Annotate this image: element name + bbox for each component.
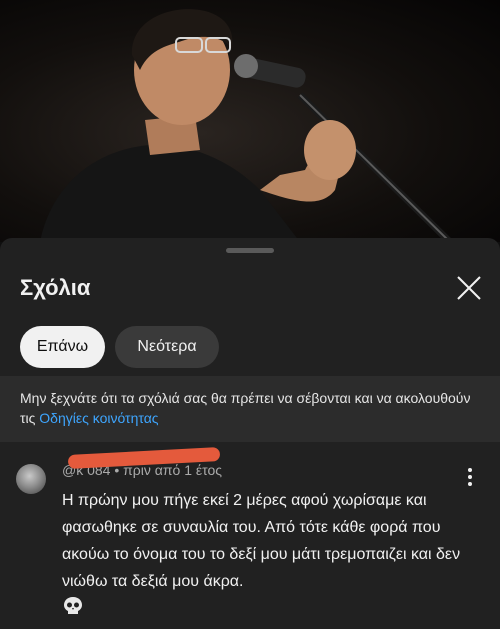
sort-chip-top[interactable]: Επάνω bbox=[20, 326, 105, 368]
comment-text: Η πρώην μου πήγε εκεί 2 μέρες αφού χωρίσ… bbox=[62, 492, 461, 590]
drag-handle[interactable] bbox=[226, 248, 274, 253]
sort-chip-newest[interactable]: Νεότερα bbox=[115, 326, 219, 368]
video-player[interactable] bbox=[0, 0, 500, 242]
comments-sheet: Σχόλια Επάνω Νεότερα Μην ξεχνάτε ότι τα … bbox=[0, 238, 500, 629]
avatar[interactable] bbox=[16, 464, 46, 494]
more-options-icon[interactable] bbox=[460, 466, 480, 488]
close-icon[interactable] bbox=[452, 271, 486, 305]
community-notice: Μην ξεχνάτε ότι τα σχόλιά σας θα πρέπει … bbox=[0, 376, 500, 442]
skull-emoji bbox=[64, 597, 82, 614]
sheet-title: Σχόλια bbox=[20, 275, 91, 300]
community-guidelines-link[interactable]: Οδηγίες κοινότητας bbox=[39, 410, 158, 426]
singer-photo bbox=[40, 9, 453, 242]
